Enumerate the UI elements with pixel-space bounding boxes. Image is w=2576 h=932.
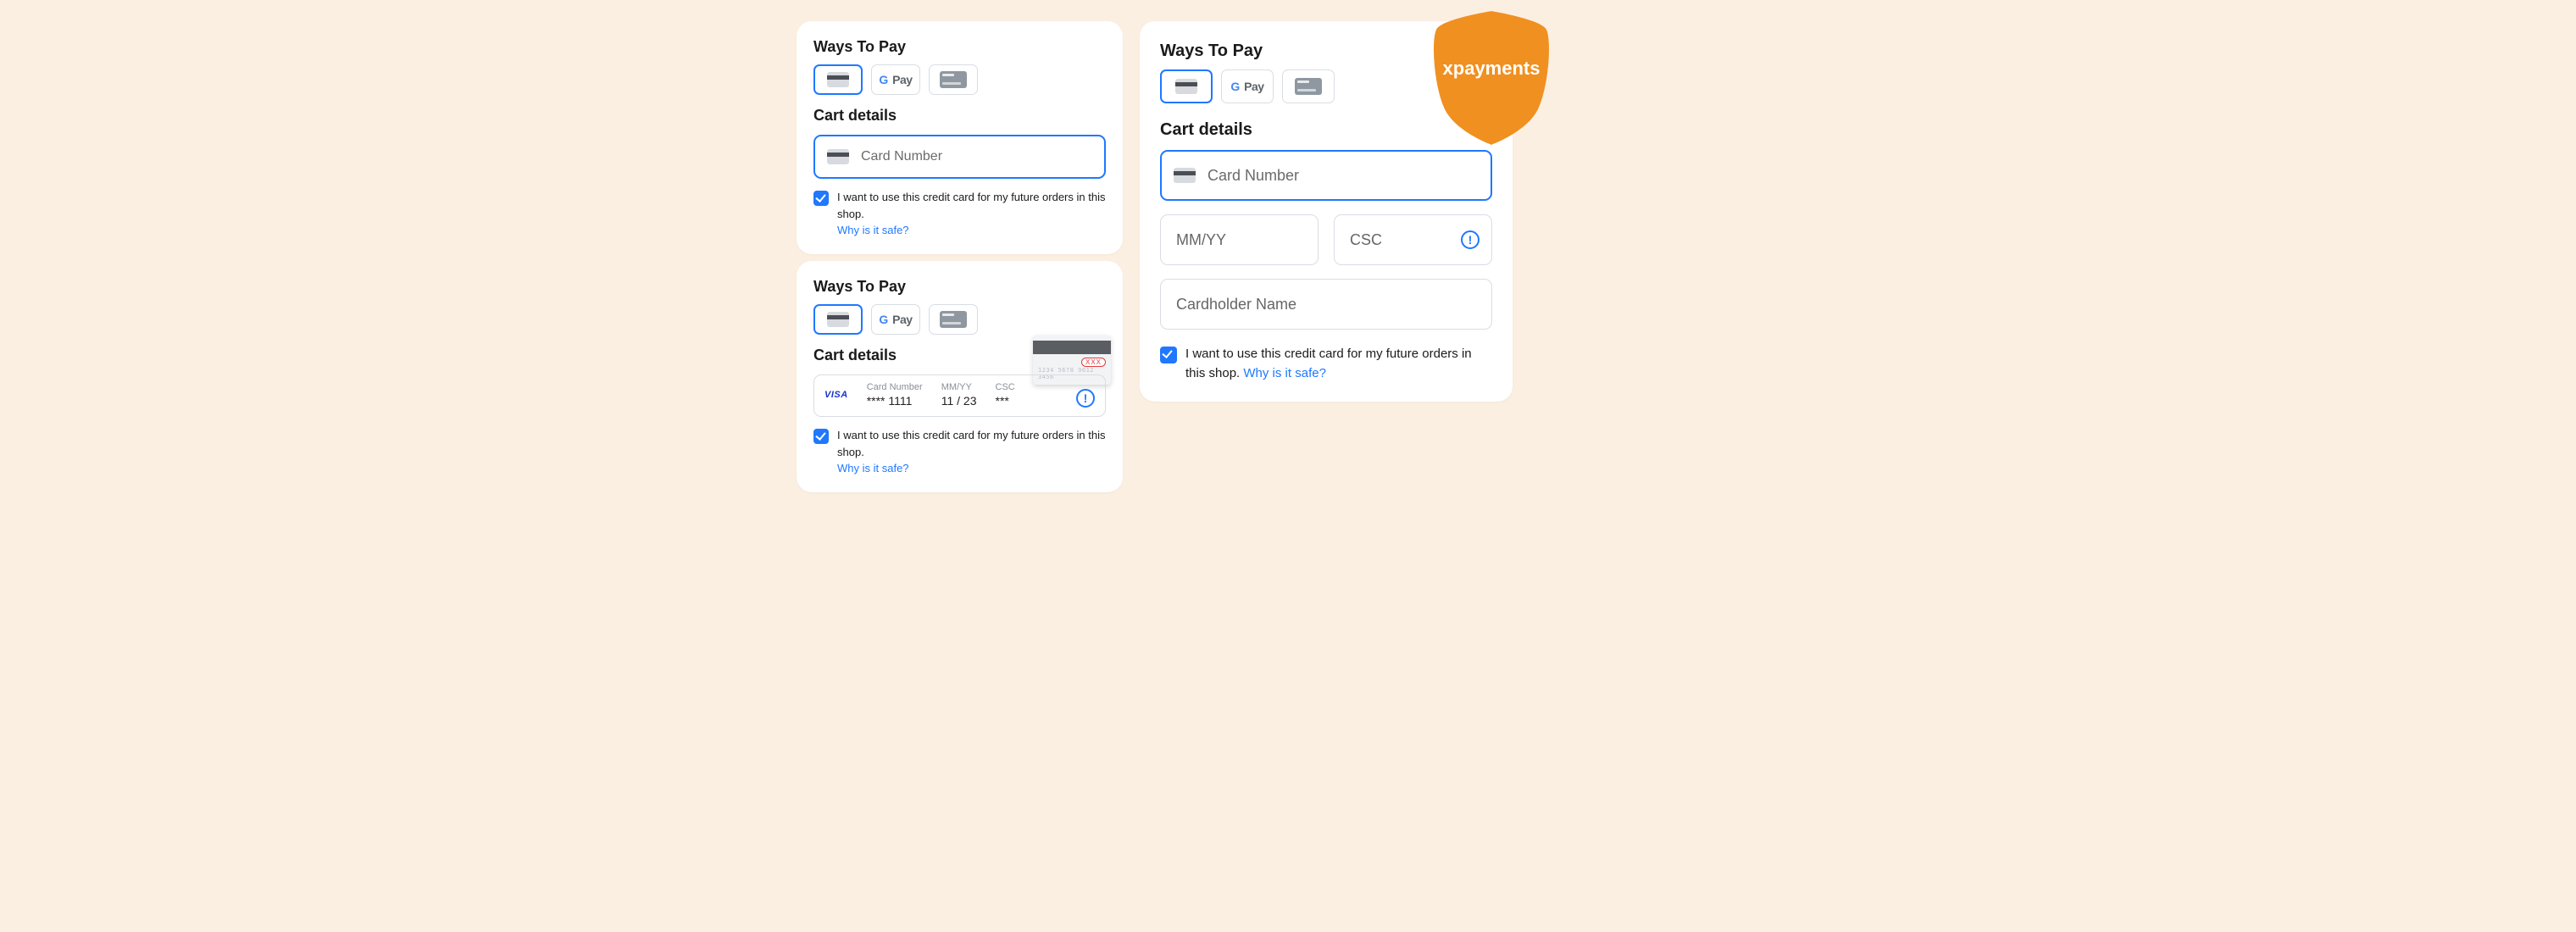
save-card-text: I want to use this credit card for my fu… <box>837 429 1105 458</box>
cart-details-heading: Cart details <box>1160 120 1492 140</box>
save-card-row: I want to use this credit card for my fu… <box>813 427 1106 477</box>
csc-value: *** <box>996 394 1015 408</box>
credit-card-icon <box>827 72 849 87</box>
save-card-row: I want to use this credit card for my fu… <box>813 189 1106 239</box>
csc-tooltip-xxx: XXX <box>1081 358 1106 367</box>
save-card-text: I want to use this credit card for my fu… <box>1185 347 1472 380</box>
cheque-icon <box>940 71 967 88</box>
pay-method-cheque[interactable] <box>929 64 978 95</box>
card-number-placeholder: Card Number <box>861 149 942 164</box>
cart-details-heading: Cart details <box>813 107 1106 125</box>
cheque-icon <box>1295 78 1322 95</box>
pay-method-card[interactable] <box>813 64 863 95</box>
csc-placeholder: CSC <box>1350 231 1382 249</box>
save-card-text: I want to use this credit card for my fu… <box>837 191 1105 220</box>
save-card-row: I want to use this credit card for my fu… <box>1160 345 1492 383</box>
card-number-field[interactable]: Card Number <box>1160 150 1492 201</box>
why-safe-link[interactable]: Why is it safe? <box>837 224 909 236</box>
save-card-checkbox[interactable] <box>1160 347 1177 363</box>
payment-panel-full: Ways To Pay G Pay Cart details Card Numb… <box>1140 21 1513 402</box>
ways-to-pay-heading: Ways To Pay <box>1160 42 1492 61</box>
credit-card-icon <box>827 312 849 327</box>
pay-method-cheque[interactable] <box>929 304 978 335</box>
visa-icon: VISA <box>824 390 848 400</box>
pay-method-gpay[interactable]: G Pay <box>871 64 920 95</box>
credit-card-icon <box>1174 168 1196 183</box>
ways-to-pay-heading: Ways To Pay <box>813 278 1106 296</box>
cheque-icon <box>940 311 967 328</box>
gpay-icon: G Pay <box>1230 80 1263 93</box>
why-safe-link[interactable]: Why is it safe? <box>1243 366 1326 380</box>
saved-card-row[interactable]: VISA Card Number **** 1111 MM/YY 11 / 23… <box>813 374 1106 417</box>
pay-method-gpay[interactable]: G Pay <box>871 304 920 335</box>
csc-label: CSC <box>996 382 1015 392</box>
ways-to-pay-heading: Ways To Pay <box>813 38 1106 56</box>
expiry-label: MM/YY <box>941 382 977 392</box>
save-card-checkbox[interactable] <box>813 429 829 444</box>
why-safe-link[interactable]: Why is it safe? <box>837 462 909 474</box>
pay-method-card[interactable] <box>1160 69 1213 103</box>
card-number-value: **** 1111 <box>867 394 923 408</box>
save-card-checkbox[interactable] <box>813 191 829 206</box>
gpay-icon: G Pay <box>879 313 912 326</box>
pay-method-card[interactable] <box>813 304 863 335</box>
cardholder-name-placeholder: Cardholder Name <box>1176 296 1296 313</box>
card-number-field[interactable]: Card Number <box>813 135 1106 179</box>
credit-card-icon <box>827 149 849 164</box>
expiry-field[interactable]: MM/YY <box>1160 214 1319 265</box>
payment-method-row: G Pay <box>813 304 1106 335</box>
payment-panel-compact: Ways To Pay G Pay Cart details Card Numb… <box>797 21 1123 254</box>
info-icon[interactable]: ! <box>1076 389 1095 408</box>
gpay-icon: G Pay <box>879 73 912 86</box>
payment-panel-filled: Ways To Pay G Pay Cart details XXX 1234 … <box>797 261 1123 492</box>
pay-method-cheque[interactable] <box>1282 69 1335 103</box>
expiry-placeholder: MM/YY <box>1176 231 1226 249</box>
pay-method-gpay[interactable]: G Pay <box>1221 69 1274 103</box>
credit-card-icon <box>1175 79 1197 94</box>
expiry-value: 11 / 23 <box>941 394 977 408</box>
card-number-label: Card Number <box>867 382 923 392</box>
payment-method-row: G Pay <box>813 64 1106 95</box>
card-number-placeholder: Card Number <box>1208 167 1299 185</box>
cardholder-name-field[interactable]: Cardholder Name <box>1160 279 1492 330</box>
payment-method-row: G Pay <box>1160 69 1492 103</box>
csc-field[interactable]: CSC ! <box>1334 214 1492 265</box>
info-icon[interactable]: ! <box>1461 230 1480 249</box>
